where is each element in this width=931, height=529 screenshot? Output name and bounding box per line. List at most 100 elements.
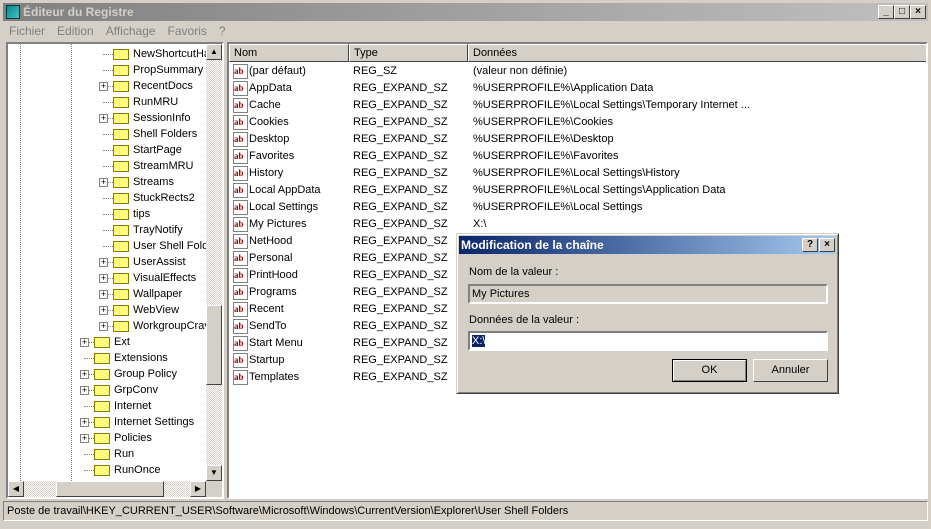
cell-name: Local AppData: [249, 184, 321, 196]
cell-type: REG_SZ: [353, 65, 398, 77]
folder-icon: [113, 225, 129, 236]
menu-help[interactable]: ?: [213, 22, 232, 40]
string-value-icon: ab: [233, 285, 248, 300]
table-row[interactable]: ab (par défaut) REG_SZ (valeur non définie): [229, 63, 926, 80]
tree-item[interactable]: RunOnce: [8, 462, 206, 478]
table-row[interactable]: ab Favorites REG_EXPAND_SZ %USERPROFILE%\Fa…: [229, 148, 926, 165]
column-header-donnees[interactable]: Données: [468, 44, 926, 62]
expand-icon[interactable]: +: [80, 386, 89, 395]
tree-horizontal-scrollbar[interactable]: ◀ ▶: [8, 481, 206, 497]
expand-icon[interactable]: +: [80, 338, 89, 347]
tree-item[interactable]: PropSummary: [8, 62, 206, 78]
cell-data: %USERPROFILE%\Application Data: [473, 82, 654, 94]
tree-item[interactable]: Shell Folders: [8, 126, 206, 142]
table-row[interactable]: ab Local Settings REG_EXPAND_SZ %USERPROFIL…: [229, 199, 926, 216]
tree-item[interactable]: + Internet Settings: [8, 414, 206, 430]
minimize-button[interactable]: _: [878, 5, 894, 19]
scroll-up-button[interactable]: ▲: [206, 44, 222, 60]
table-row[interactable]: ab Local AppData REG_EXPAND_SZ %USERPROFILE…: [229, 182, 926, 199]
tree-vertical-scrollbar[interactable]: ▲ ▼: [206, 44, 222, 481]
tree-item[interactable]: + UserAssist: [8, 254, 206, 270]
expand-icon[interactable]: +: [80, 418, 89, 427]
value-data-input[interactable]: X:\: [468, 331, 828, 351]
tree-item-label: StartPage: [133, 144, 182, 156]
expand-icon[interactable]: +: [99, 322, 108, 331]
string-value-icon: ab: [233, 81, 248, 96]
tree-item-label: Policies: [114, 432, 152, 444]
table-row[interactable]: ab Cache REG_EXPAND_SZ %USERPROFILE%\Local …: [229, 97, 926, 114]
help-button[interactable]: ?: [802, 238, 818, 252]
tree-item-label: WebView: [133, 304, 180, 316]
tree-item[interactable]: NewShortcutHa: [8, 46, 206, 62]
tree-item-label: Shell Folders: [133, 128, 198, 140]
title-bar: Éditeur du Registre _ □ ×: [3, 3, 928, 21]
tree-item[interactable]: RunMRU: [8, 94, 206, 110]
tree-item[interactable]: + GrpConv: [8, 382, 206, 398]
tree-item[interactable]: + WebView: [8, 302, 206, 318]
tree-item[interactable]: User Shell Folde: [8, 238, 206, 254]
expand-icon[interactable]: +: [99, 274, 108, 283]
column-header-nom[interactable]: Nom: [229, 44, 349, 62]
table-row[interactable]: ab History REG_EXPAND_SZ %USERPROFILE%\Loca…: [229, 165, 926, 182]
key-tree[interactable]: NewShortcutHa PropSummary + RecentDocs RunMR…: [6, 42, 224, 499]
string-value-icon: ab: [233, 234, 248, 249]
tree-item[interactable]: + SessionInfo: [8, 110, 206, 126]
expand-icon[interactable]: +: [99, 114, 108, 123]
tree-item[interactable]: + Policies: [8, 430, 206, 446]
scroll-thumb[interactable]: [206, 305, 222, 385]
folder-icon: [113, 161, 129, 172]
tree-item[interactable]: tips: [8, 206, 206, 222]
menu-favoris[interactable]: Favoris: [162, 22, 213, 40]
scroll-down-button[interactable]: ▼: [206, 465, 222, 481]
table-row[interactable]: ab AppData REG_EXPAND_SZ %USERPROFILE%\Appl…: [229, 80, 926, 97]
tree-item-label: StreamMRU: [133, 160, 194, 172]
cell-type: REG_EXPAND_SZ: [353, 133, 448, 145]
table-row[interactable]: ab Desktop REG_EXPAND_SZ %USERPROFILE%\Desk…: [229, 131, 926, 148]
expand-icon[interactable]: +: [99, 258, 108, 267]
menu-affichage[interactable]: Affichage: [100, 22, 162, 40]
tree-item[interactable]: + Wallpaper: [8, 286, 206, 302]
tree-item[interactable]: Internet: [8, 398, 206, 414]
expand-icon[interactable]: +: [99, 290, 108, 299]
tree-item[interactable]: TrayNotify: [8, 222, 206, 238]
close-button[interactable]: ×: [910, 5, 926, 19]
dialog-close-button[interactable]: ×: [819, 238, 835, 252]
table-row[interactable]: ab Cookies REG_EXPAND_SZ %USERPROFILE%\Cook…: [229, 114, 926, 131]
tree-item[interactable]: StartPage: [8, 142, 206, 158]
scroll-h-thumb[interactable]: [56, 481, 164, 497]
tree-item[interactable]: + Streams: [8, 174, 206, 190]
column-header-type[interactable]: Type: [349, 44, 468, 62]
expand-icon[interactable]: +: [80, 370, 89, 379]
string-value-icon: ab: [233, 336, 248, 351]
tree-item[interactable]: StuckRects2: [8, 190, 206, 206]
expand-icon[interactable]: +: [80, 434, 89, 443]
tree-item[interactable]: + Group Policy: [8, 366, 206, 382]
string-value-icon: ab: [233, 268, 248, 283]
cell-name: Programs: [249, 286, 297, 298]
value-data-label: Données de la valeur :: [469, 314, 580, 326]
tree-item[interactable]: Extensions: [8, 350, 206, 366]
scroll-left-button[interactable]: ◀: [8, 481, 24, 497]
tree-item[interactable]: + VisualEffects: [8, 270, 206, 286]
table-row[interactable]: ab My Pictures REG_EXPAND_SZ X:\: [229, 216, 926, 233]
tree-item[interactable]: Run: [8, 446, 206, 462]
maximize-button[interactable]: □: [894, 5, 910, 19]
folder-icon: [113, 305, 129, 316]
tree-item[interactable]: StreamMRU: [8, 158, 206, 174]
expand-icon[interactable]: +: [99, 178, 108, 187]
menu-fichier[interactable]: Fichier: [3, 22, 51, 40]
scroll-right-button[interactable]: ▶: [190, 481, 206, 497]
cancel-button[interactable]: Annuler: [753, 359, 828, 382]
cell-type: REG_EXPAND_SZ: [353, 269, 448, 281]
expand-icon[interactable]: +: [99, 306, 108, 315]
cell-type: REG_EXPAND_SZ: [353, 320, 448, 332]
folder-icon: [113, 145, 129, 156]
expand-icon[interactable]: +: [99, 82, 108, 91]
ok-button[interactable]: OK: [672, 359, 747, 382]
tree-item[interactable]: + WorkgroupCrav: [8, 318, 206, 334]
tree-item[interactable]: + RecentDocs: [8, 78, 206, 94]
tree-item-label: Internet: [114, 400, 152, 412]
menu-edition[interactable]: Edition: [51, 22, 100, 40]
tree-item[interactable]: + Ext: [8, 334, 206, 350]
status-bar: Poste de travail\HKEY_CURRENT_USER\Softw…: [3, 501, 928, 521]
